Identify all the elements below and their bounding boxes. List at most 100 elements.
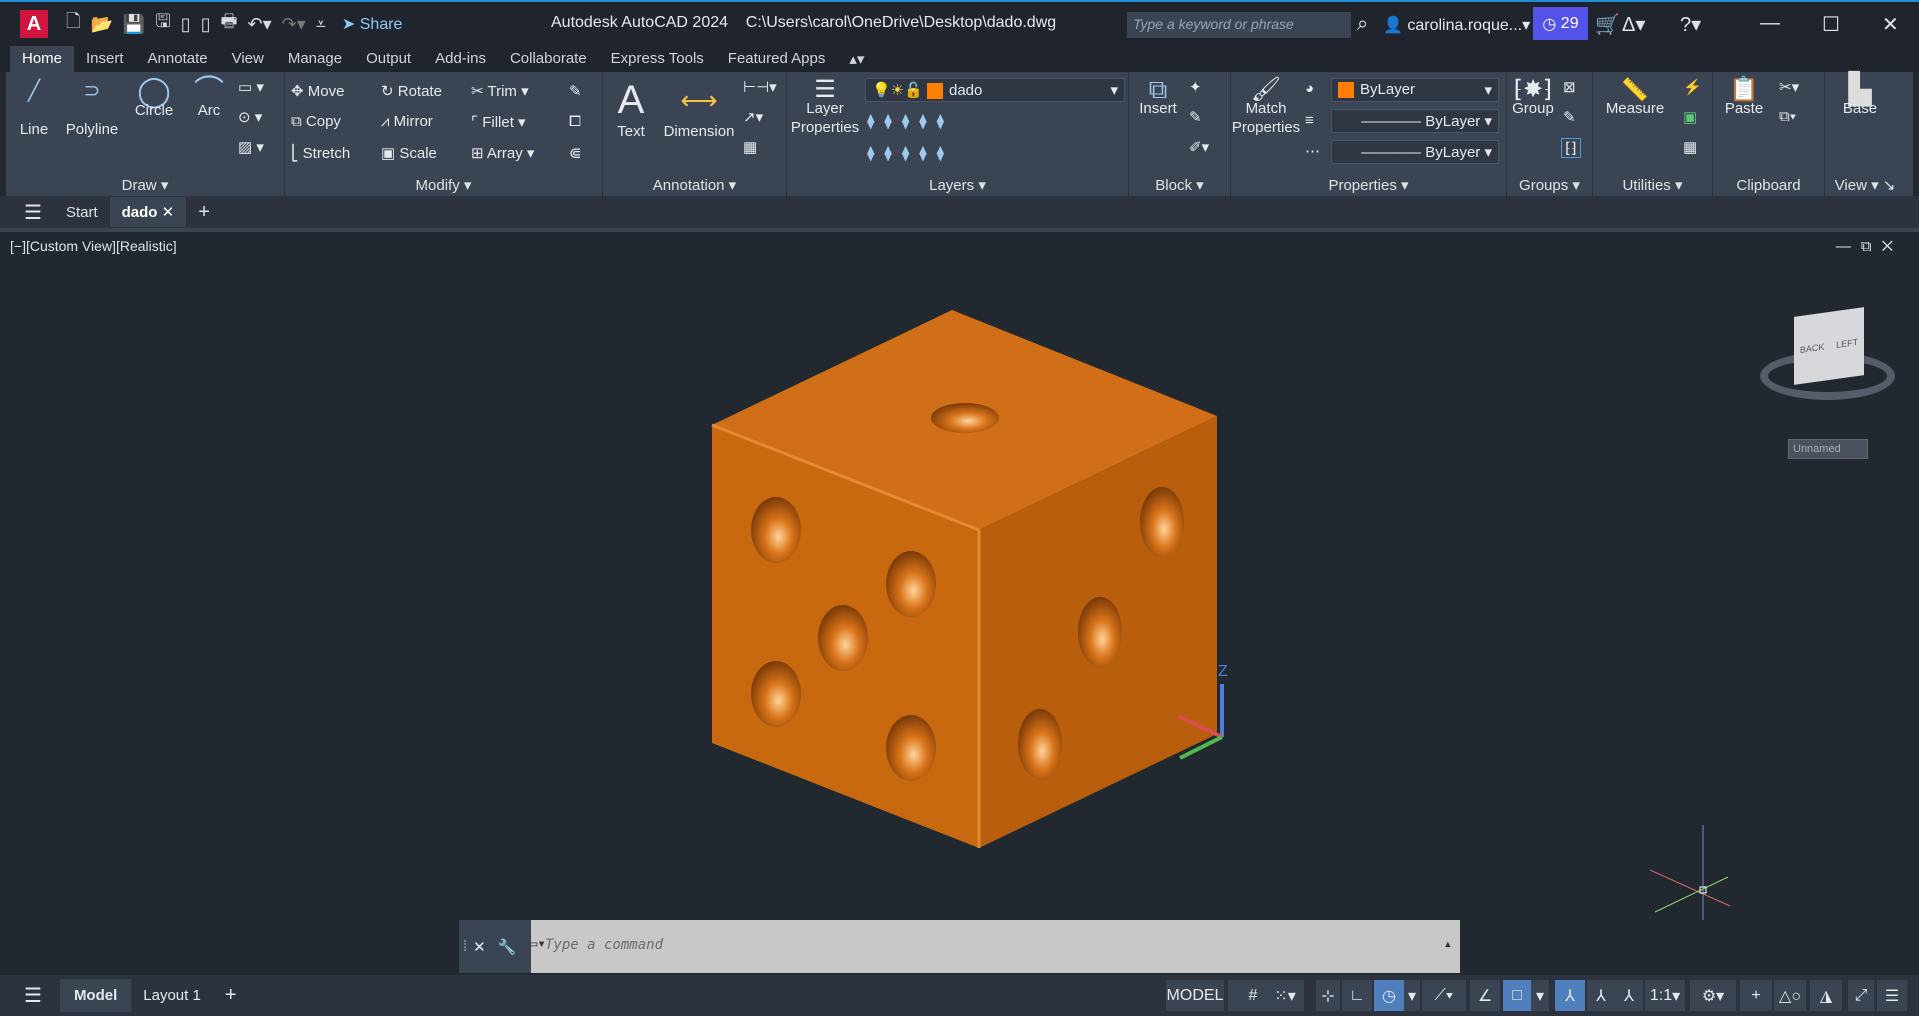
graphics-performance-icon[interactable]: ◮ [1810, 980, 1842, 1011]
fillet-button[interactable]: ⌜ Fillet ▾ [471, 113, 526, 131]
viewcube-back[interactable]: BACK [1800, 342, 1825, 355]
text-button[interactable]: A Text [611, 78, 651, 141]
new-tab-button[interactable]: + [186, 195, 222, 230]
tab-model[interactable]: Model [59, 979, 132, 1012]
minimize-button[interactable]: — [1760, 12, 1780, 35]
workspace-gear-icon[interactable]: ⚙▾ [1690, 980, 1736, 1011]
copy-clip-icon[interactable]: ⧉▾ [1779, 108, 1796, 125]
annotation-monitor-icon[interactable]: + [1740, 980, 1772, 1011]
viewcube[interactable]: BACK LEFT [1760, 307, 1895, 402]
table-icon[interactable]: ▦ [743, 138, 757, 156]
close-button[interactable]: ✕ [1882, 12, 1899, 37]
layer-dropdown[interactable]: 💡☀🔓 dado ▾ [865, 78, 1125, 102]
stretch-button[interactable]: ⎣ Stretch [291, 144, 350, 162]
circle-button[interactable]: ◯ Circle [126, 77, 182, 120]
arc-button[interactable]: ⌒ Arc [184, 77, 234, 120]
tab-insert[interactable]: Insert [74, 46, 136, 72]
autocad-logo[interactable]: A [20, 10, 48, 38]
model-space-toggle[interactable]: MODEL [1166, 980, 1224, 1011]
scale-dropdown[interactable]: 1:1 ▾ [1645, 980, 1685, 1011]
drawing-viewport[interactable]: [−][Custom View][Realistic] —⧉✕ Z BACK LE… [0, 232, 1919, 975]
edit-block-icon[interactable]: ✎ [1189, 108, 1202, 126]
tab-annotate[interactable]: Annotate [136, 46, 220, 72]
tab-layout1[interactable]: Layout 1 [143, 987, 201, 1004]
annotation-scale-icon[interactable]: ⅄ [1615, 980, 1643, 1011]
create-block-icon[interactable]: ✦ [1189, 78, 1202, 96]
object-snap-icon[interactable]: □ [1503, 980, 1531, 1011]
trim-button[interactable]: ✂ Trim ▾ [471, 82, 529, 100]
tab-dado[interactable]: dado ✕ [109, 197, 187, 227]
undo-icon[interactable]: ↶▾ [247, 14, 271, 35]
offset-icon[interactable]: ⋐ [569, 144, 582, 162]
ucs-named-dropdown[interactable]: Unnamed [1788, 439, 1868, 459]
group-selection-icon[interactable]: ⁅⁆ [1561, 138, 1581, 158]
group-edit-icon[interactable]: ✎ [1563, 108, 1576, 126]
line-button[interactable]: ╱ Line [12, 81, 56, 139]
lineweight-dropdown[interactable]: ———— ByLayer ▾ [1331, 109, 1499, 133]
osnap-dropdown-icon[interactable]: ▾ [1531, 980, 1549, 1011]
utilities-panel-title[interactable]: Utilities ▾ [1593, 176, 1712, 194]
ungroup-icon[interactable]: ⊠ [1563, 78, 1576, 96]
base-button[interactable]: ▙ Base [1835, 75, 1885, 118]
file-menu-icon[interactable]: ☰ [0, 194, 54, 231]
command-input[interactable]: Type a command ▭▾ ▴ [529, 920, 1460, 973]
dynamic-input-icon[interactable]: ⊹ [1316, 980, 1340, 1011]
paste-button[interactable]: 📋 Paste [1719, 78, 1769, 118]
auto-scale-icon[interactable]: ⅄ [1587, 980, 1615, 1011]
quick-select-icon[interactable]: ⚡ [1683, 78, 1702, 96]
object-snap-tracking-icon[interactable]: ∠ [1470, 980, 1500, 1011]
share-button[interactable]: ➤ Share [342, 14, 403, 34]
move-button[interactable]: ✥ Move [291, 82, 344, 100]
modify-panel-title[interactable]: Modify ▾ [285, 176, 602, 194]
save-web-icon[interactable]: ▯ [201, 14, 211, 35]
layer-properties-button[interactable]: ☰ Layer Properties [789, 78, 861, 137]
new-icon[interactable]: 🗋 [66, 9, 80, 39]
annotation-visibility-icon[interactable]: ⅄ [1555, 980, 1585, 1011]
customize-icon[interactable]: ⩡ [316, 14, 326, 35]
clean-screen-icon[interactable]: ⤢ [1848, 980, 1874, 1011]
block-panel-title[interactable]: Block ▾ [1129, 176, 1230, 194]
viewcube-left[interactable]: LEFT [1836, 337, 1858, 350]
command-close-icon[interactable]: ✕ [473, 938, 486, 956]
close-tab-icon[interactable]: ✕ [162, 204, 175, 221]
color-dropdown[interactable]: ByLayer ▾ [1331, 78, 1499, 102]
layout-menu-icon[interactable]: ☰ [24, 983, 42, 1008]
ortho-icon[interactable]: ∟ [1342, 980, 1372, 1011]
ellipse-icon[interactable]: ⊙ ▾ [238, 108, 262, 126]
explode-icon[interactable]: ⧠ [569, 113, 581, 130]
draw-panel-title[interactable]: Draw ▾ [6, 176, 284, 194]
help-icon[interactable]: ?▾ [1680, 12, 1701, 37]
linetype-dropdown[interactable]: ———— ByLayer ▾ [1331, 140, 1499, 164]
command-customize-icon[interactable]: 🔧 [498, 938, 517, 956]
view-panel-title[interactable]: View ▾ ↘ [1825, 176, 1905, 194]
tab-start[interactable]: Start [54, 198, 110, 227]
linear-dim-icon[interactable]: ⊢⊣▾ [743, 78, 777, 96]
ribbon-minimize-icon[interactable]: ▴▾ [837, 46, 876, 72]
insert-button[interactable]: ⧉ Insert [1133, 76, 1183, 118]
tab-collaborate[interactable]: Collaborate [498, 46, 599, 72]
rectangle-icon[interactable]: ▭ ▾ [238, 78, 264, 96]
search-input[interactable]: Type a keyword or phrase [1127, 12, 1351, 38]
autodesk-icon[interactable]: Δ▾ [1622, 12, 1645, 37]
groups-panel-title[interactable]: Groups ▾ [1507, 176, 1592, 194]
open-web-icon[interactable]: ▯ [181, 14, 191, 35]
user-menu[interactable]: 👤 carolina.roque...▾ [1383, 15, 1530, 35]
copy-button[interactable]: ⧉ Copy [291, 113, 341, 130]
cart-icon[interactable]: 🛒 [1595, 12, 1620, 37]
search-icon[interactable]: ⌕ [1357, 13, 1368, 36]
layer-tools-row1[interactable]: ⧫⧫⧫⧫⧫ [867, 112, 954, 130]
layer-tools-row2[interactable]: ⧫⧫⧫⧫⧫ [867, 144, 954, 162]
snap-icon[interactable]: ⁙▾ [1266, 980, 1304, 1011]
layers-panel-title[interactable]: Layers ▾ [787, 176, 1128, 194]
leader-icon[interactable]: ↗▾ [743, 108, 763, 126]
save-icon[interactable]: 💾 [123, 14, 145, 35]
mirror-button[interactable]: ⩘ Mirror [381, 113, 433, 130]
plot-icon[interactable]: 🖶 [220, 9, 237, 39]
redo-icon[interactable]: ↷▾ [282, 14, 306, 35]
annotation-panel-title[interactable]: Annotation ▾ [603, 176, 786, 194]
tab-home[interactable]: Home [10, 46, 75, 72]
isodraft-icon[interactable]: ⟋▾ [1422, 980, 1466, 1011]
command-grip-icon[interactable]: ⁞ [463, 938, 467, 955]
tab-output[interactable]: Output [354, 46, 423, 72]
command-history-icon[interactable]: ▴ [1444, 936, 1452, 952]
